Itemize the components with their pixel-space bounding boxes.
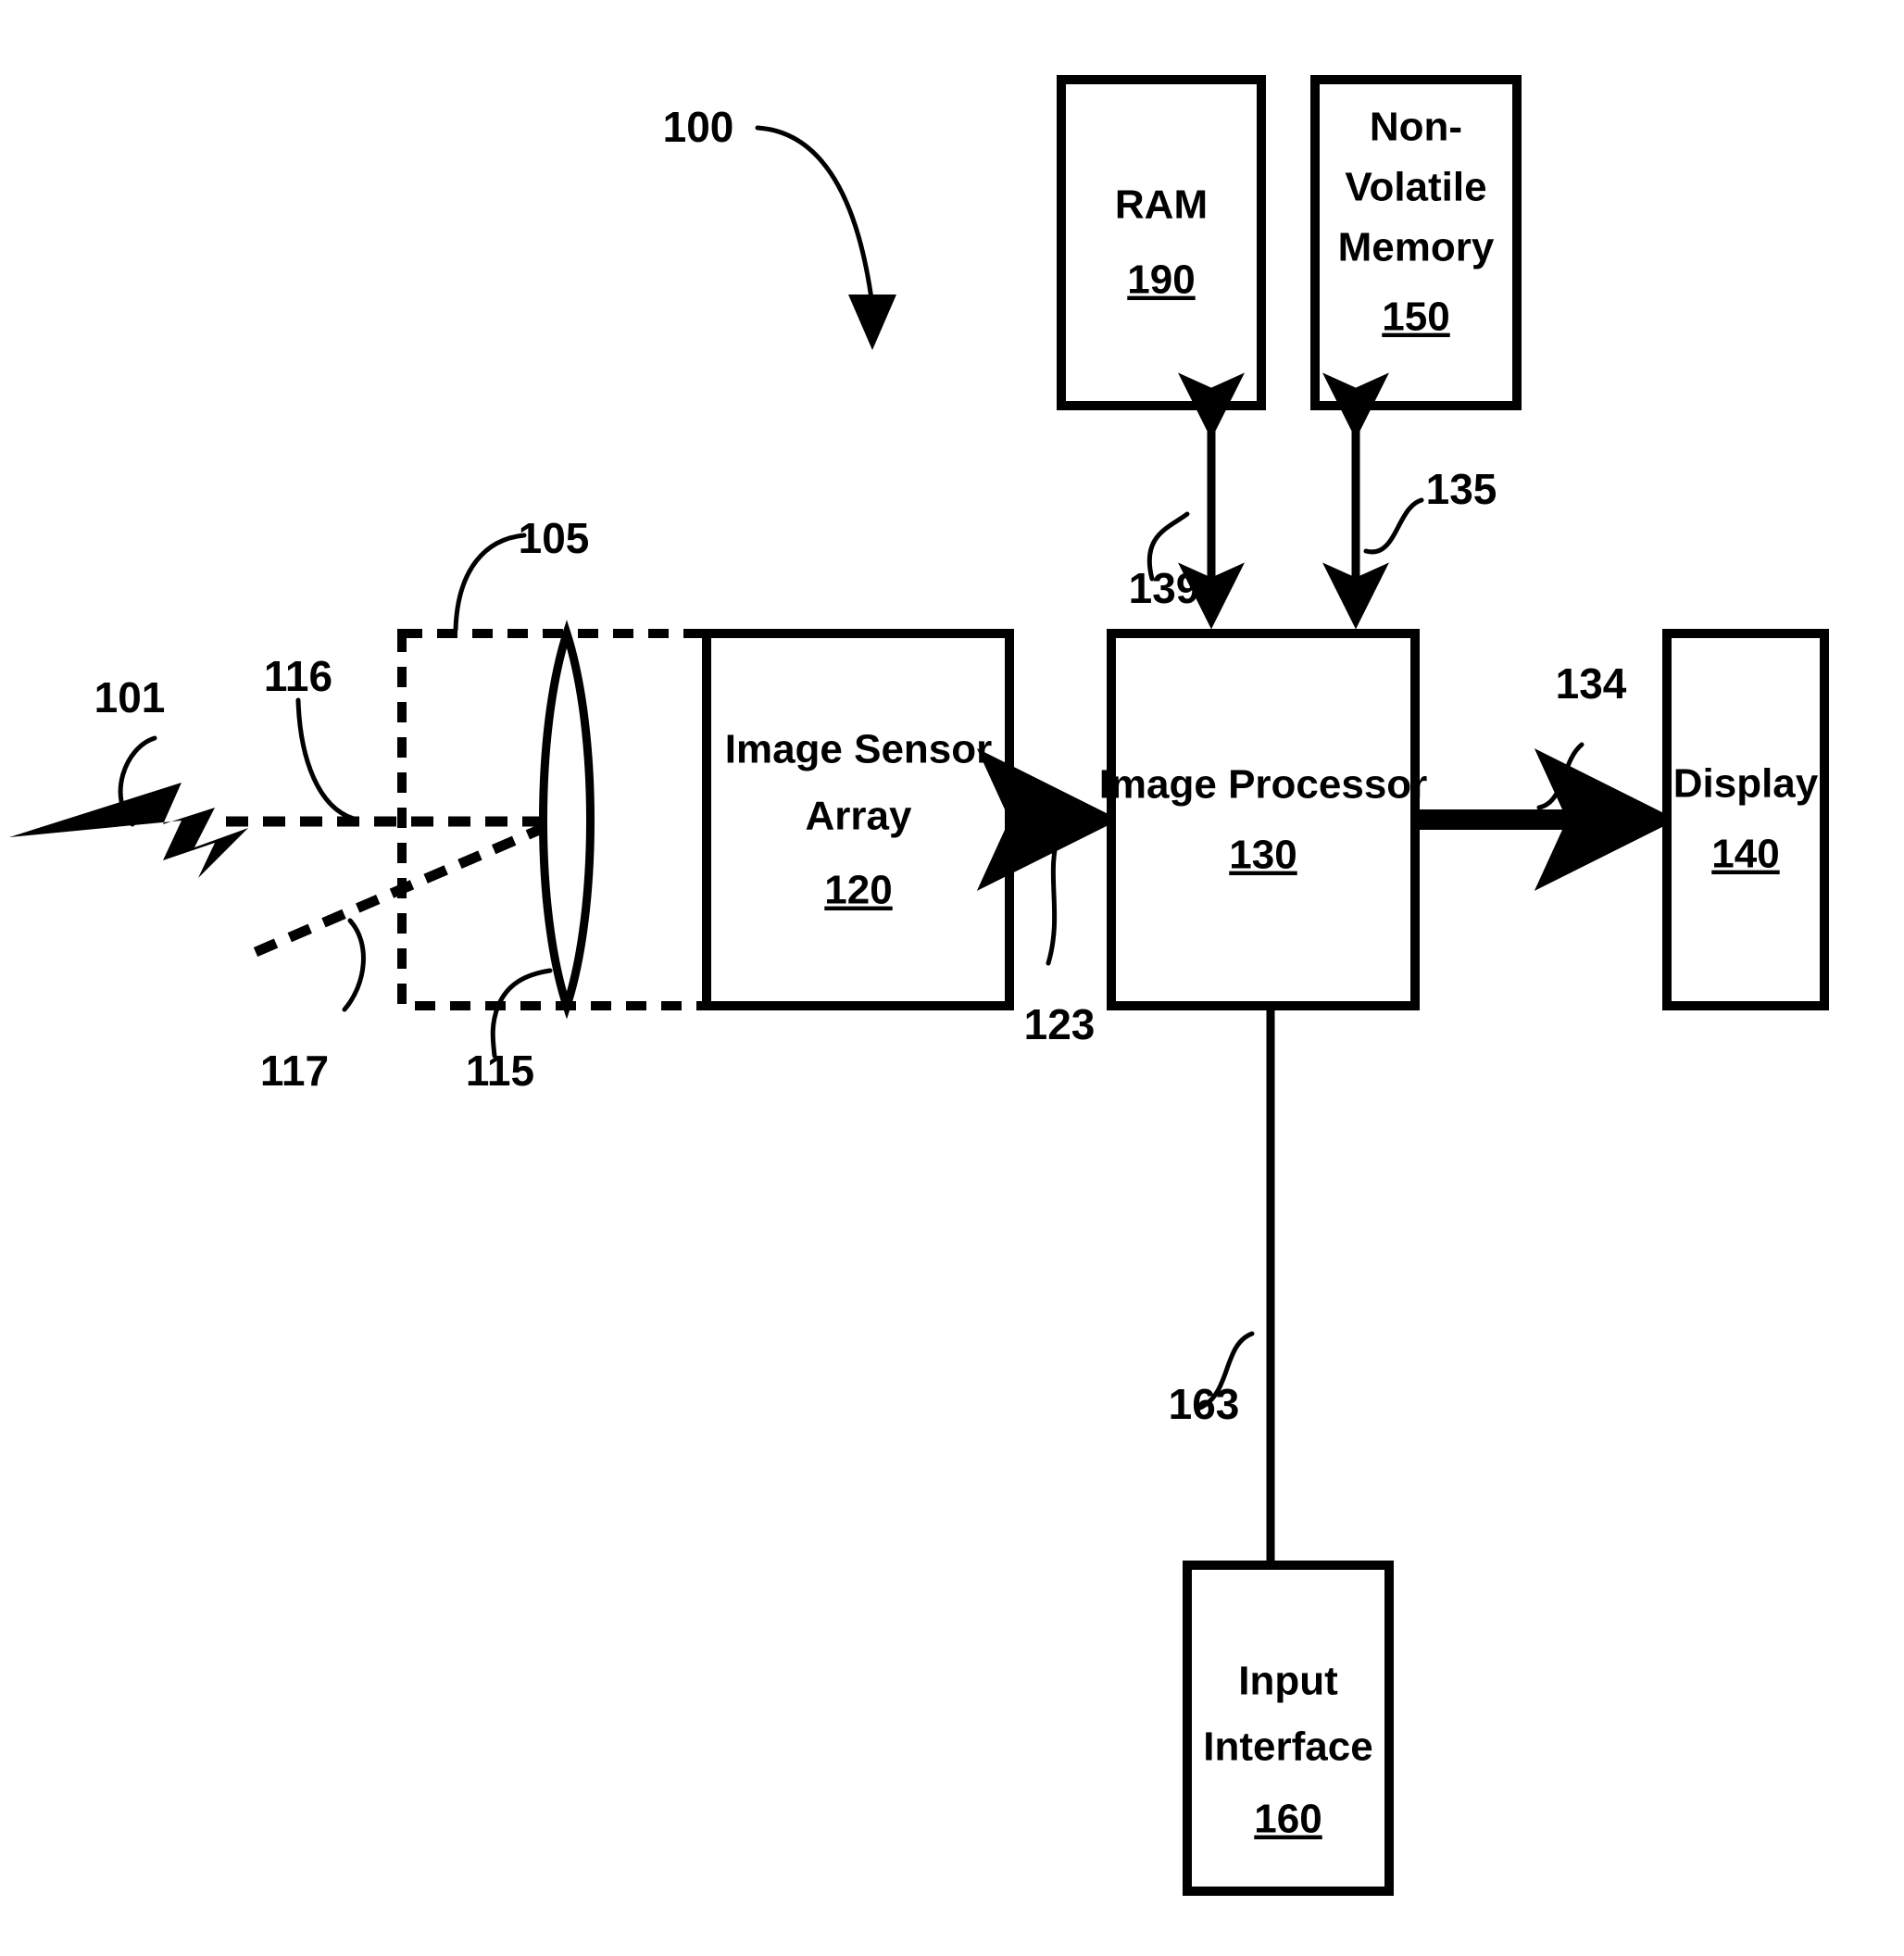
image-processor-box-outline <box>1107 629 1420 1010</box>
display-block: Display 140 <box>1662 629 1829 1010</box>
display-ref-number: 140 <box>1711 832 1779 877</box>
lens-element-icon <box>539 620 595 1020</box>
bus-139-label: 139 <box>1129 564 1200 612</box>
display-title: Display <box>1673 761 1819 807</box>
ram-block: RAM 190 <box>1057 75 1266 410</box>
image-processor-ref-number: 130 <box>1229 833 1296 878</box>
nvm-processor-bus: 135 <box>1322 372 1497 630</box>
connector-123-leader <box>1046 829 1062 966</box>
oblique-ray-line <box>253 813 568 958</box>
ram-title: RAM <box>1115 182 1208 228</box>
incoming-light-arrow-icon <box>9 783 248 878</box>
processor-to-display-connector: 134 <box>1417 659 1677 891</box>
oblique-ray-label: 117 <box>260 1047 329 1095</box>
optics-assembly-label: 105 <box>519 514 590 562</box>
input-interface-ref-number: 160 <box>1254 1797 1322 1842</box>
patent-figure: 100 RAM 190 Non- Volatile Memory 150 139… <box>0 0 1904 1956</box>
incoming-light-group: 101 <box>9 673 248 878</box>
input-interface-title-line1: Input <box>1238 1659 1338 1704</box>
image-sensor-array-ref-number: 120 <box>824 868 892 913</box>
image-processor-title: Image Processor <box>1099 762 1428 808</box>
ram-ref-number: 190 <box>1127 257 1195 303</box>
oblique-ray-leader <box>342 918 366 1012</box>
ram-box-outline <box>1057 75 1266 410</box>
lens-label: 115 <box>466 1047 534 1095</box>
lens-group: 115 <box>466 620 595 1095</box>
processor-to-input-connector: 163 <box>1169 1006 1275 1565</box>
figure-ref-100-label: 100 <box>663 103 734 151</box>
display-box-outline <box>1662 629 1829 1010</box>
nvm-ref-number: 150 <box>1382 295 1449 340</box>
input-interface-block: Input Interface 160 <box>1183 1561 1394 1896</box>
ram-processor-bus: 139 <box>1129 372 1245 630</box>
non-volatile-memory-block: Non- Volatile Memory 150 <box>1310 75 1522 410</box>
connector-134-leader <box>1536 742 1585 810</box>
image-sensor-array-title-line2: Array <box>806 794 912 839</box>
nvm-title-line3: Memory <box>1338 225 1495 270</box>
figure-ref-arrowhead <box>848 295 896 350</box>
bus-135-leader <box>1363 497 1424 555</box>
nvm-title-line1: Non- <box>1370 105 1462 150</box>
optical-axis-label: 116 <box>264 652 332 700</box>
nvm-title-line2: Volatile <box>1345 165 1486 210</box>
figure-ref-100-group: 100 <box>663 103 896 350</box>
connector-134-label: 134 <box>1556 659 1627 708</box>
input-interface-title-line2: Interface <box>1203 1724 1372 1770</box>
connector-163-label: 163 <box>1169 1380 1240 1428</box>
sensor-to-processor-connector: 123 <box>976 748 1120 1048</box>
connector-123-label: 123 <box>1024 1000 1096 1048</box>
image-sensor-array-block: Image Sensor Array 120 <box>702 629 1014 1010</box>
optics-assembly-leader <box>453 533 527 633</box>
figure-ref-curved-leader <box>755 125 875 308</box>
diagram-canvas: 100 RAM 190 Non- Volatile Memory 150 139… <box>9 75 1829 1896</box>
image-processor-block: Image Processor 130 <box>1099 629 1428 1010</box>
bus-135-label: 135 <box>1426 465 1497 513</box>
lens-leader-upper <box>495 968 553 1009</box>
optical-axis-leader <box>295 697 357 821</box>
incoming-light-label: 101 <box>94 673 166 721</box>
image-sensor-array-title-line1: Image Sensor <box>725 727 993 772</box>
